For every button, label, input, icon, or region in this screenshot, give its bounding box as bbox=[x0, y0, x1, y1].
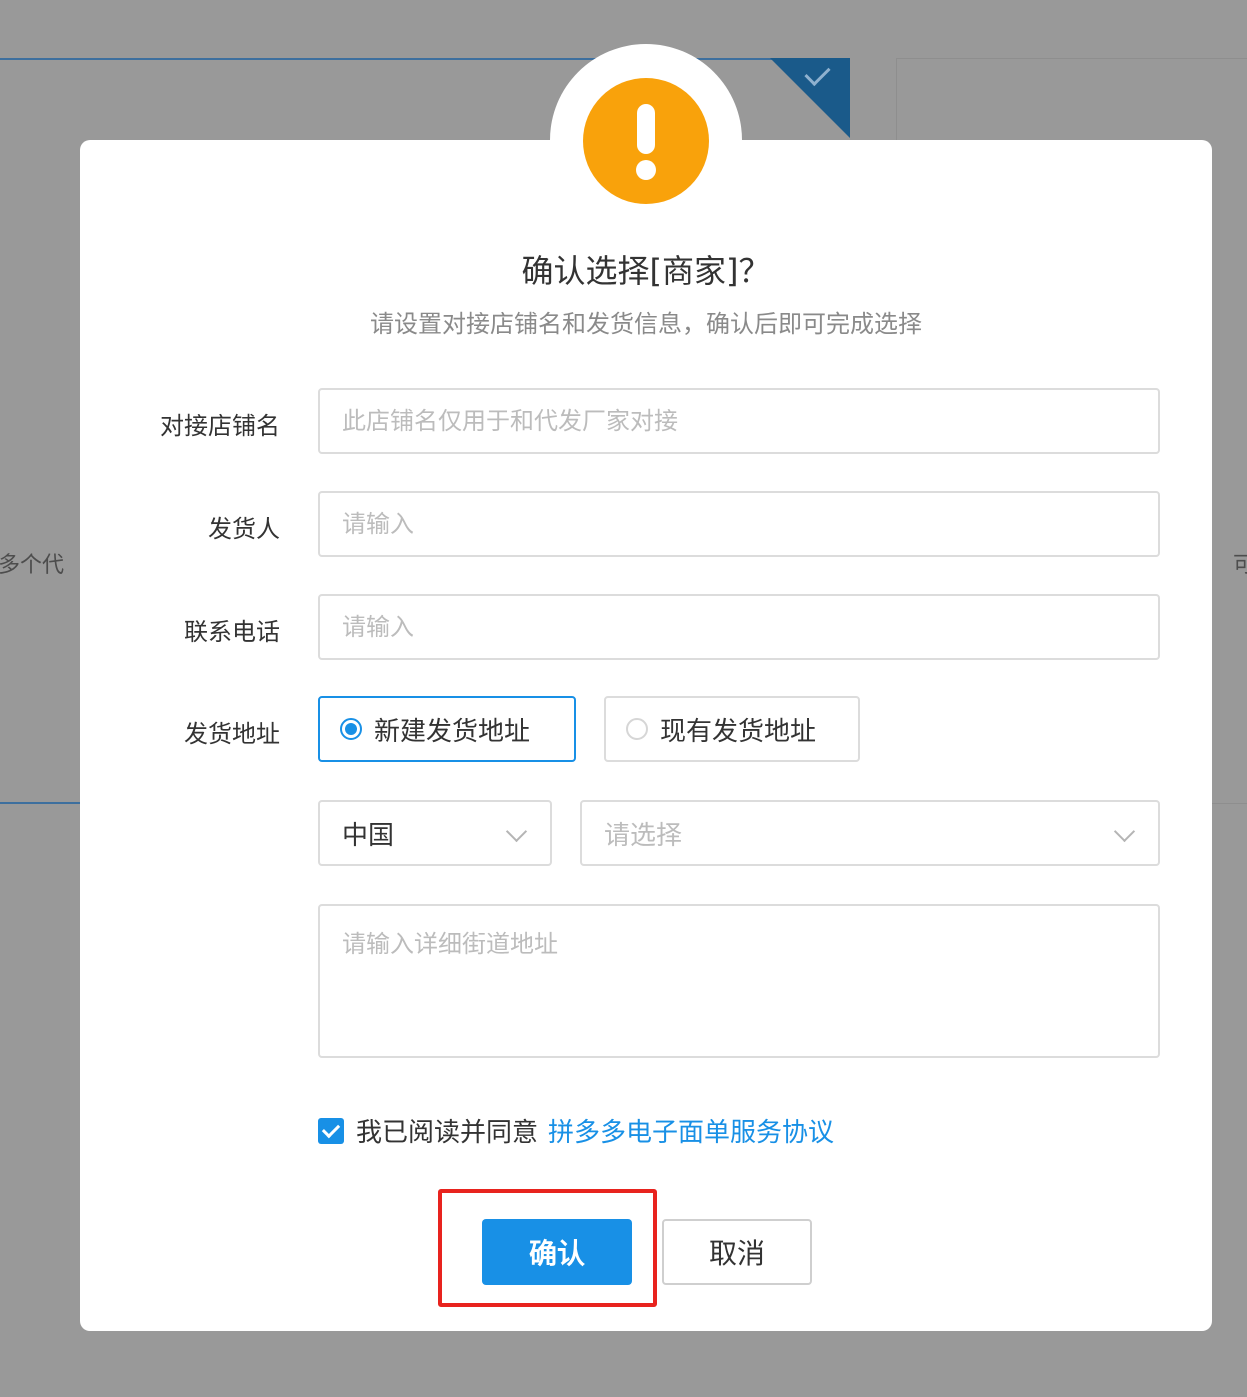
country-select[interactable]: 中国 bbox=[318, 800, 552, 866]
radio-unselected-icon bbox=[626, 718, 648, 740]
region-select[interactable]: 请选择 bbox=[580, 800, 1160, 866]
dialog-subtitle: 请设置对接店铺名和发货信息，确认后即可完成选择 bbox=[370, 310, 922, 338]
street-address-textarea[interactable] bbox=[318, 904, 1160, 1058]
radio-existing-address-label: 现有发货地址 bbox=[660, 716, 817, 747]
warning-icon-bar bbox=[637, 104, 655, 154]
sender-input[interactable] bbox=[318, 491, 1160, 557]
background-card-text: 可 bbox=[1233, 553, 1247, 578]
background-card-text: 多个代 bbox=[0, 553, 65, 578]
sender-label: 发货人 bbox=[208, 515, 280, 543]
radio-new-address-label: 新建发货地址 bbox=[374, 716, 531, 747]
agreement-link[interactable]: 拼多多电子面单服务协议 bbox=[548, 1112, 834, 1149]
warning-icon-dot bbox=[636, 160, 656, 180]
cancel-button[interactable]: 取消 bbox=[662, 1219, 812, 1285]
agreement-row: 我已阅读并同意 拼多多电子面单服务协议 bbox=[318, 1112, 834, 1149]
radio-selected-icon bbox=[340, 718, 362, 740]
chevron-down-icon bbox=[1113, 820, 1136, 843]
chevron-down-icon bbox=[505, 820, 528, 843]
phone-input[interactable] bbox=[318, 594, 1160, 660]
page: 多个代 可 确认选择[商家]？ 请设置对接店铺名和发货信息，确认后即可完成选择 … bbox=[0, 0, 1247, 1397]
agreement-checkbox[interactable] bbox=[318, 1117, 344, 1144]
phone-label: 联系电话 bbox=[184, 618, 280, 646]
shop-name-label: 对接店铺名 bbox=[160, 412, 280, 440]
radio-new-address[interactable]: 新建发货地址 bbox=[318, 696, 576, 762]
region-select-placeholder: 请选择 bbox=[604, 820, 683, 851]
radio-existing-address[interactable]: 现有发货地址 bbox=[604, 696, 860, 762]
confirm-dialog: 确认选择[商家]？ 请设置对接店铺名和发货信息，确认后即可完成选择 对接店铺名 … bbox=[80, 140, 1212, 1331]
highlight-annotation-box bbox=[438, 1189, 657, 1307]
country-select-value: 中国 bbox=[342, 820, 395, 851]
warning-icon bbox=[583, 78, 709, 204]
address-label: 发货地址 bbox=[184, 720, 280, 748]
shop-name-input[interactable] bbox=[318, 388, 1160, 454]
dialog-title: 确认选择[商家]？ bbox=[521, 252, 771, 290]
agreement-text: 我已阅读并同意 bbox=[356, 1118, 539, 1148]
